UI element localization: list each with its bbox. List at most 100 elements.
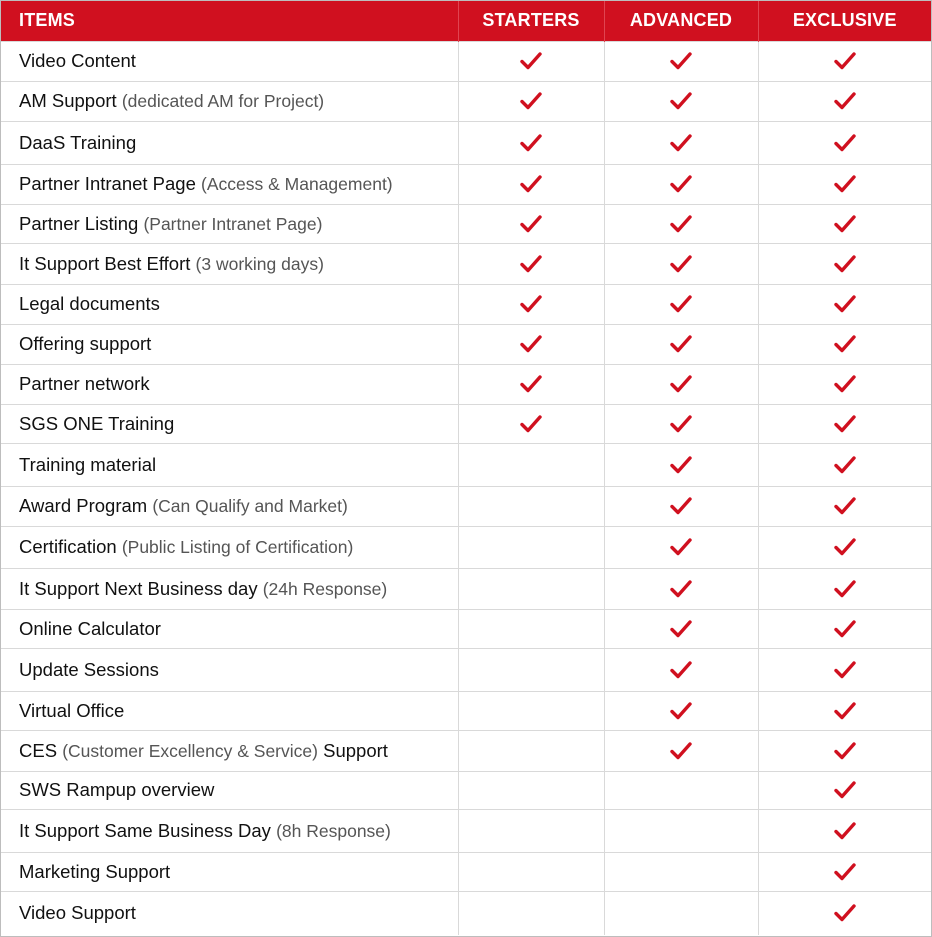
item-cell: Marketing Support (1, 851, 458, 891)
item-label: Certification (19, 536, 117, 557)
table-row: DaaS Training (1, 120, 931, 164)
table-row: Update Sessions (1, 647, 931, 691)
item-label: Virtual Office (19, 699, 125, 721)
advanced-cell (603, 283, 758, 324)
checkmark-icon (670, 660, 692, 678)
starters-cell (457, 808, 604, 852)
table-row: It Support Same Business Day (8h Respons… (1, 808, 931, 852)
item-label: Partner network (19, 373, 150, 394)
item-cell: SWS Rampup overview (1, 770, 458, 809)
comparison-grid: ITEMS STARTERS ADVANCED EXCLUSIVE Video … (1, 1, 931, 935)
item-label: DaaS Training (19, 131, 137, 153)
checkmark-icon (520, 254, 542, 272)
starters-cell (457, 442, 604, 486)
advanced-cell (603, 403, 758, 443)
exclusive-cell (757, 80, 931, 121)
checkmark-icon (834, 741, 856, 759)
item-label: Training material (19, 453, 157, 475)
advanced-cell (603, 647, 758, 691)
item-label: Online Calculator (19, 617, 161, 639)
checkmark-icon (670, 175, 692, 193)
item-note: (Partner Intranet Page) (143, 213, 323, 234)
checkmark-icon (520, 335, 542, 353)
item-label: Video Support (19, 902, 136, 924)
item-cell: Certification (Public Listing of Certifi… (1, 525, 458, 568)
checkmark-icon (670, 741, 692, 759)
table-row: SWS Rampup overview (1, 770, 931, 809)
item-note: (Public Listing of Certification) (121, 537, 354, 557)
exclusive-cell (757, 40, 931, 81)
checkmark-icon (834, 414, 856, 432)
advanced-cell (603, 808, 758, 852)
advanced-cell (603, 525, 758, 568)
checkmark-icon (834, 579, 856, 597)
advanced-cell (603, 163, 758, 204)
item-cell: Award Program (Can Qualify and Market) (1, 485, 458, 526)
checkmark-icon (670, 455, 692, 473)
item-cell: Partner network (1, 363, 458, 404)
item-cell: It Support Same Business Day (8h Respons… (1, 808, 458, 852)
starters-cell (457, 525, 604, 568)
checkmark-icon (520, 175, 542, 193)
item-cell: Video Content (1, 40, 458, 81)
exclusive-cell (757, 729, 931, 771)
exclusive-cell (757, 242, 931, 284)
starters-cell (457, 647, 604, 691)
item-label-suffix: Support (323, 739, 388, 761)
table-row: Legal documents (1, 283, 931, 324)
header-starters: STARTERS (457, 1, 604, 41)
table-row: Partner network (1, 363, 931, 404)
table-row: Online Calculator (1, 608, 931, 648)
item-cell: CES (Customer Excellency & Service) Supp… (1, 729, 458, 771)
item-label: It Support Same Business Day (19, 819, 271, 841)
advanced-cell (603, 729, 758, 771)
table-row: It Support Best Effort (3 working days) (1, 242, 931, 284)
advanced-cell (603, 442, 758, 486)
advanced-cell (603, 567, 758, 609)
item-cell: AM Support (dedicated AM for Project) (1, 80, 458, 121)
exclusive-cell (757, 120, 931, 164)
starters-cell (457, 40, 604, 81)
exclusive-cell (757, 525, 931, 568)
checkmark-icon (670, 579, 692, 597)
item-note: (3 working days) (195, 253, 324, 274)
starters-cell (457, 770, 604, 809)
advanced-cell (603, 80, 758, 121)
checkmark-icon (670, 538, 692, 556)
item-cell: Video Support (1, 890, 458, 935)
item-cell: DaaS Training (1, 120, 458, 164)
checkmark-icon (670, 52, 692, 70)
exclusive-cell (757, 323, 931, 364)
checkmark-icon (670, 497, 692, 515)
table-row: It Support Next Business day (24h Respon… (1, 567, 931, 609)
starters-cell (457, 363, 604, 404)
starters-cell (457, 120, 604, 164)
table-row: Partner Intranet Page (Access & Manageme… (1, 163, 931, 204)
item-cell: Partner Listing (Partner Intranet Page) (1, 203, 458, 243)
checkmark-icon (520, 295, 542, 313)
item-label: SGS ONE Training (19, 412, 175, 434)
header-row: ITEMS STARTERS ADVANCED EXCLUSIVE (1, 1, 931, 41)
checkmark-icon (520, 214, 542, 232)
item-cell: Partner Intranet Page (Access & Manageme… (1, 163, 458, 204)
checkmark-icon (670, 375, 692, 393)
starters-cell (457, 403, 604, 443)
checkmark-icon (670, 295, 692, 313)
checkmark-icon (670, 335, 692, 353)
checkmark-icon (520, 52, 542, 70)
checkmark-icon (670, 701, 692, 719)
checkmark-icon (834, 821, 856, 839)
item-cell: Online Calculator (1, 608, 458, 648)
advanced-cell (603, 323, 758, 364)
checkmark-icon (520, 133, 542, 151)
item-cell: SGS ONE Training (1, 403, 458, 443)
table-row: SGS ONE Training (1, 403, 931, 443)
checkmark-icon (670, 214, 692, 232)
item-label: Legal documents (19, 293, 160, 314)
item-label: CES (19, 739, 58, 761)
exclusive-cell (757, 770, 931, 809)
starters-cell (457, 485, 604, 526)
checkmark-icon (834, 254, 856, 272)
exclusive-cell (757, 203, 931, 243)
item-label: It Support Next Business day (19, 577, 258, 599)
